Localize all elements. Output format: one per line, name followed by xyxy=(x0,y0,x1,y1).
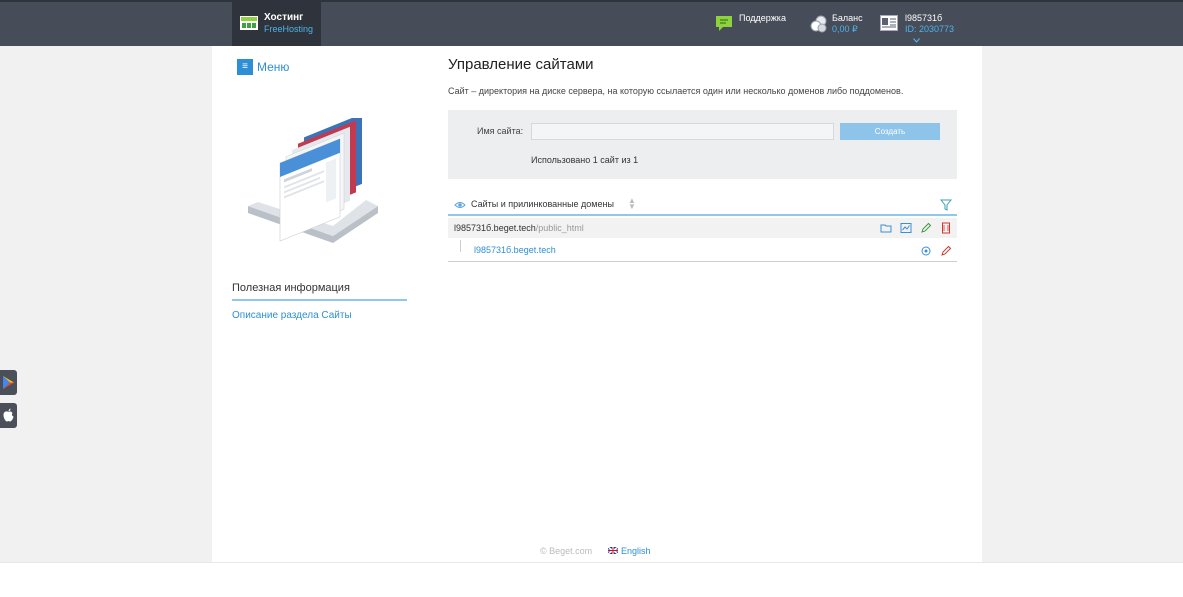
edit-icon[interactable] xyxy=(920,222,932,234)
page-title: Управление сайтами xyxy=(448,56,594,73)
google-play-button[interactable] xyxy=(0,370,17,395)
google-play-icon xyxy=(3,376,14,389)
stats-icon[interactable] xyxy=(900,222,912,234)
delete-icon[interactable] xyxy=(940,222,952,234)
balance-value: 0,00 ₽ xyxy=(832,24,858,34)
language-switch-link[interactable]: English xyxy=(621,546,651,556)
sites-stack-illustration xyxy=(248,118,378,243)
hosting-icon xyxy=(240,16,258,30)
coins-icon xyxy=(810,15,827,33)
site-row[interactable]: l985731б.beget.tech/public_html xyxy=(448,218,957,238)
brand-subtitle: FreeHosting xyxy=(264,24,314,34)
copyright: © Beget.com xyxy=(540,546,593,556)
domain-actions xyxy=(920,245,952,257)
id-card-icon xyxy=(880,15,898,31)
account-menu[interactable]: l985731б ID: 2030773 xyxy=(880,2,960,46)
edit-icon[interactable] xyxy=(940,245,952,257)
domain-name[interactable]: l985731б.beget.tech xyxy=(474,245,556,255)
top-bar: Хостинг FreeHosting Поддержка Баланс 0,0… xyxy=(0,0,1183,46)
account-login: l985731б xyxy=(905,13,943,23)
bottom-strip xyxy=(0,562,1183,597)
sites-section-description-link[interactable]: Описание раздела Сайты xyxy=(232,310,352,321)
app-store-button[interactable] xyxy=(0,403,17,428)
site-path: l985731б.beget.tech/public_html xyxy=(454,223,584,233)
site-dir: /public_html xyxy=(535,223,584,233)
menu-icon: ≡ xyxy=(237,59,253,75)
uk-flag-icon xyxy=(608,547,618,554)
menu-label: Меню xyxy=(257,60,290,74)
page-description: Сайт – директория на диске сервера, на к… xyxy=(448,86,904,96)
site-actions xyxy=(880,222,952,234)
create-button[interactable]: Создать xyxy=(840,123,940,140)
support-icon xyxy=(716,16,732,31)
site-name-input[interactable] xyxy=(531,123,834,140)
tree-line xyxy=(460,240,461,252)
brand-title: Хостинг xyxy=(264,12,304,23)
support-label: Поддержка xyxy=(739,13,786,23)
balance-label: Баланс xyxy=(832,13,863,23)
create-site-form: Имя сайта: Создать Использовано 1 сайт и… xyxy=(448,110,957,179)
useful-info-title: Полезная информация xyxy=(232,282,407,301)
sites-header-label[interactable]: Сайты и прилинкованные домены xyxy=(471,199,614,209)
domain-row[interactable]: l985731б.beget.tech xyxy=(448,240,957,262)
support-link[interactable]: Поддержка xyxy=(715,2,795,46)
usage-text: Использовано 1 сайт из 1 xyxy=(531,155,639,165)
eye-icon[interactable] xyxy=(454,199,466,211)
account-id: ID: 2030773 xyxy=(905,24,955,34)
site-host: l985731б.beget.tech xyxy=(454,223,536,233)
balance-link[interactable]: Баланс 0,00 ₽ xyxy=(810,2,870,46)
sort-icon[interactable]: ▲ ▼ xyxy=(628,197,636,211)
filter-icon[interactable] xyxy=(940,199,952,211)
site-name-label: Имя сайта: xyxy=(477,126,524,136)
sites-table-header: Сайты и прилинкованные домены ▲ ▼ xyxy=(448,194,957,216)
folder-icon[interactable] xyxy=(880,222,892,234)
hosting-menu-button[interactable]: Хостинг FreeHosting xyxy=(232,2,321,46)
apple-icon xyxy=(3,408,14,422)
chevron-down-icon[interactable] xyxy=(913,38,920,43)
settings-icon[interactable] xyxy=(920,245,932,257)
